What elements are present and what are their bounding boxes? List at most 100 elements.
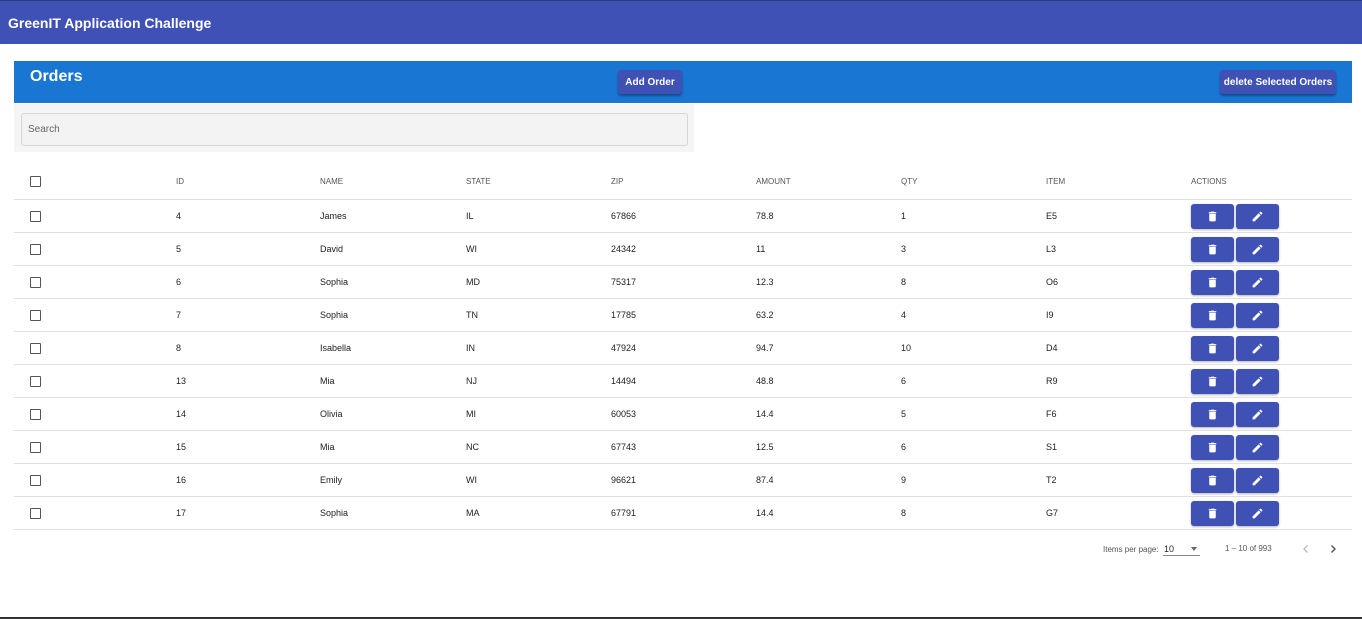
cell-qty: 8	[901, 508, 907, 518]
cell-item: E5	[1046, 211, 1058, 221]
row-select-cell	[30, 464, 41, 496]
cell-name: Sophia	[320, 310, 349, 320]
cell-amount: 94.7	[756, 343, 774, 353]
edit-order-button[interactable]	[1236, 368, 1279, 394]
paginator: Items per page: 10 1 – 10 of 993	[1090, 538, 1352, 560]
row-checkbox[interactable]	[30, 507, 41, 519]
search-input[interactable]	[21, 113, 688, 146]
cell-id: 6	[176, 277, 182, 287]
edit-order-button[interactable]	[1236, 236, 1279, 262]
delete-order-button[interactable]	[1191, 434, 1234, 460]
table-row: 7 Sophia TN 17785 63.2 4 I9	[14, 299, 1352, 332]
column-header-zip[interactable]: ZIP	[611, 163, 623, 199]
row-select-cell	[30, 299, 41, 331]
cell-name: Mia	[320, 442, 335, 452]
cell-amount: 63.2	[756, 310, 774, 320]
cell-state: NC	[466, 442, 479, 452]
row-checkbox[interactable]	[30, 276, 41, 288]
row-checkbox[interactable]	[30, 342, 41, 354]
row-checkbox[interactable]	[30, 210, 41, 222]
next-page-button[interactable]	[1325, 540, 1341, 558]
column-header-id[interactable]: ID	[176, 163, 184, 199]
delete-selected-orders-button[interactable]: delete Selected Orders	[1220, 70, 1336, 94]
row-actions	[1191, 299, 1281, 331]
cell-item: O6	[1046, 277, 1059, 287]
cell-name: Olivia	[320, 409, 343, 419]
cell-zip: 75317	[611, 277, 637, 287]
trash-icon	[1208, 343, 1217, 353]
cell-id: 13	[176, 376, 187, 386]
delete-order-button[interactable]	[1191, 236, 1234, 262]
trash-icon	[1208, 508, 1217, 518]
cell-qty: 8	[901, 277, 907, 287]
edit-order-button[interactable]	[1236, 434, 1279, 460]
row-select-cell	[30, 200, 41, 232]
page-size-select[interactable]: 10	[1163, 543, 1200, 556]
cell-amount: 48.8	[756, 376, 774, 386]
edit-order-button[interactable]	[1236, 269, 1279, 295]
cell-item: I9	[1046, 310, 1054, 320]
cell-state: MA	[466, 508, 480, 518]
cell-item: S1	[1046, 442, 1058, 452]
delete-order-button[interactable]	[1191, 269, 1234, 295]
table-row: 17 Sophia MA 67791 14.4 8 G7	[14, 497, 1352, 530]
edit-order-button[interactable]	[1236, 500, 1279, 526]
row-select-cell	[30, 497, 41, 529]
row-checkbox[interactable]	[30, 375, 41, 387]
cell-zip: 24342	[611, 244, 637, 254]
column-header-item[interactable]: ITEM	[1046, 163, 1065, 199]
delete-order-button[interactable]	[1191, 302, 1234, 328]
previous-page-button[interactable]	[1298, 540, 1314, 558]
trash-icon	[1208, 211, 1217, 221]
delete-order-button[interactable]	[1191, 401, 1234, 427]
cell-name: Sophia	[320, 508, 349, 518]
cell-zip: 96621	[611, 475, 637, 485]
column-header-qty[interactable]: QTY	[901, 163, 917, 199]
table-row: 8 Isabella IN 47924 94.7 10 D4	[14, 332, 1352, 365]
delete-order-button[interactable]	[1191, 467, 1234, 493]
row-actions	[1191, 233, 1281, 265]
edit-order-button[interactable]	[1236, 401, 1279, 427]
cell-amount: 87.4	[756, 475, 774, 485]
cell-amount: 11	[756, 244, 766, 254]
delete-order-button[interactable]	[1191, 368, 1234, 394]
search-container	[14, 104, 694, 152]
edit-order-button[interactable]	[1236, 467, 1279, 493]
row-actions	[1191, 464, 1281, 496]
row-checkbox[interactable]	[30, 474, 41, 486]
pencil-icon	[1252, 244, 1263, 254]
cell-amount: 14.4	[756, 508, 774, 518]
edit-order-button[interactable]	[1236, 335, 1279, 361]
pencil-icon	[1252, 376, 1263, 386]
delete-order-button[interactable]	[1191, 203, 1234, 229]
select-all-checkbox[interactable]	[30, 175, 41, 187]
orders-table: ID NAME STATE ZIP AMOUNT QTY ITEM ACTION…	[14, 163, 1352, 530]
cell-amount: 78.8	[756, 211, 774, 221]
table-row: 4 James IL 67866 78.8 1 E5	[14, 200, 1352, 233]
cell-name: Sophia	[320, 277, 349, 287]
row-checkbox[interactable]	[30, 309, 41, 321]
delete-order-button[interactable]	[1191, 500, 1234, 526]
edit-order-button[interactable]	[1236, 203, 1279, 229]
row-actions	[1191, 365, 1281, 397]
cell-qty: 6	[901, 376, 907, 386]
row-checkbox[interactable]	[30, 408, 41, 420]
column-header-amount[interactable]: AMOUNT	[756, 163, 791, 199]
delete-order-button[interactable]	[1191, 335, 1234, 361]
add-order-button[interactable]: Add Order	[618, 70, 682, 94]
pencil-icon	[1252, 211, 1263, 221]
cell-state: IN	[466, 343, 475, 353]
cell-id: 16	[176, 475, 187, 485]
table-row: 5 David WI 24342 11 3 L3	[14, 233, 1352, 266]
dropdown-arrow-icon	[1191, 547, 1197, 551]
cell-qty: 10	[901, 343, 912, 353]
edit-order-button[interactable]	[1236, 302, 1279, 328]
column-header-name[interactable]: NAME	[320, 163, 343, 199]
row-checkbox[interactable]	[30, 243, 41, 255]
select-all-cell	[30, 163, 41, 199]
row-checkbox[interactable]	[30, 441, 41, 453]
column-header-state[interactable]: STATE	[466, 163, 491, 199]
cell-item: G7	[1046, 508, 1059, 518]
page-range-label: 1 – 10 of 993	[1225, 544, 1272, 553]
chevron-right-icon	[1331, 545, 1336, 553]
